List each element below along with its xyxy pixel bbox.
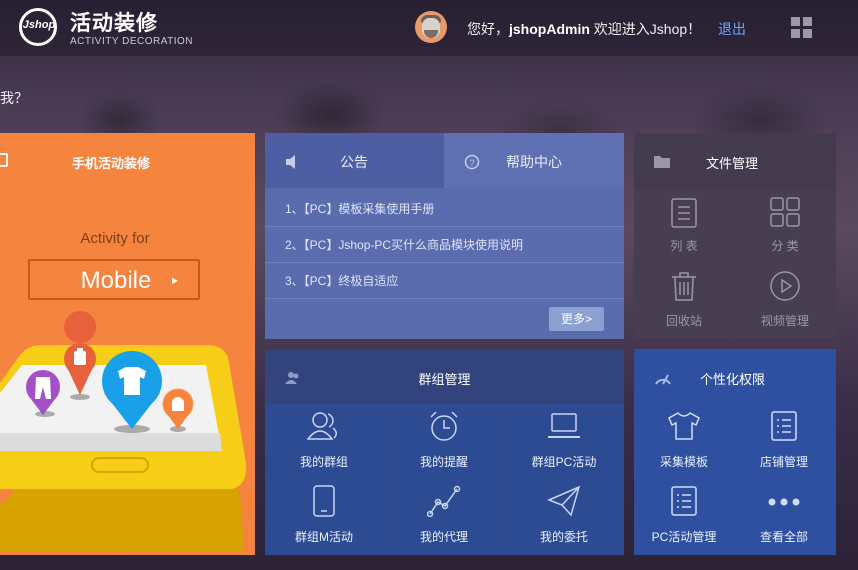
play-icon — [770, 271, 800, 301]
app-grid-icon[interactable] — [791, 17, 813, 39]
document-list-icon — [671, 486, 697, 516]
list-icon — [671, 198, 697, 228]
svg-text:?: ? — [469, 158, 474, 168]
perm-panel-title: 个性化权限 — [700, 372, 766, 387]
my-reminders-label: 我的提醒 — [419, 455, 468, 469]
collect-template-label: 采集模板 — [659, 455, 708, 469]
group-panel-title: 群组管理 — [418, 372, 471, 387]
files-panel-title: 文件管理 — [706, 156, 759, 171]
my-reminders-button[interactable]: 我的提醒 — [385, 405, 503, 479]
document-list-icon — [771, 411, 797, 441]
page-subtitle: ACTIVITY DECORATION — [70, 36, 194, 47]
pc-activity-management-button[interactable]: PC活动管理 — [634, 480, 734, 554]
notice-item[interactable]: 1、【PC】模板采集使用手册 — [265, 191, 624, 227]
mobile-activity-panel: 手机活动装修 Activity for Mobile ▸ — [0, 133, 255, 555]
username: jshopAdmin — [509, 21, 590, 37]
mobile-illustration — [0, 311, 247, 551]
logout-link[interactable]: 退出 — [718, 19, 746, 39]
question-circle-icon: ? — [464, 154, 480, 170]
paper-plane-icon — [547, 485, 581, 517]
my-agents-label: 我的代理 — [419, 530, 468, 544]
speaker-icon — [286, 155, 295, 169]
file-category-label: 分 类 — [771, 239, 799, 253]
group-m-activity-button[interactable]: 群组M活动 — [265, 480, 383, 554]
file-list-label: 列 表 — [670, 239, 698, 253]
phone-icon — [313, 485, 335, 517]
tab-help-label: 帮助中心 — [506, 154, 562, 170]
collect-template-button[interactable]: 采集模板 — [634, 405, 734, 479]
my-delegations-label: 我的委托 — [539, 530, 588, 544]
tab-notice[interactable]: 公告 — [265, 133, 444, 188]
question-text: 我？ — [0, 90, 28, 106]
greeting-text: 您好，jshopAdmin 欢迎进入Jshop！ — [467, 19, 701, 39]
alarm-clock-icon — [430, 411, 458, 441]
greeting-suffix: 欢迎进入Jshop！ — [589, 21, 702, 37]
file-category-button[interactable]: 分 类 — [735, 189, 835, 263]
logo-text: Jshop — [22, 19, 56, 31]
category-grid-icon — [770, 197, 800, 227]
more-dots-icon — [768, 498, 800, 506]
tab-notice-label: 公告 — [340, 154, 368, 170]
avatar[interactable] — [415, 11, 447, 43]
shop-management-label: 店铺管理 — [759, 455, 808, 469]
gauge-icon — [655, 374, 671, 385]
line-chart-icon — [427, 485, 461, 517]
shop-management-button[interactable]: 店铺管理 — [734, 405, 834, 479]
tshirt-icon — [668, 412, 700, 440]
group-panel-header: 群组管理 — [265, 349, 624, 404]
view-all-button[interactable]: 查看全部 — [734, 480, 834, 554]
notice-item[interactable]: 3、【PC】终极自适应 — [265, 263, 624, 299]
group-pc-activity-button[interactable]: 群组PC活动 — [505, 405, 623, 479]
group-pc-activity-label: 群组PC活动 — [531, 455, 597, 469]
my-groups-button[interactable]: 我的群组 — [265, 405, 383, 479]
my-delegations-button[interactable]: 我的委托 — [505, 480, 623, 554]
my-groups-label: 我的群组 — [299, 455, 348, 469]
notice-panel: 公告 ? 帮助中心 1、【PC】模板采集使用手册 2、【PC】Jshop-PC买… — [265, 133, 624, 339]
top-header: Jshop 活动装修 ACTIVITY DECORATION 您好，jshopA… — [0, 0, 858, 56]
page-title: 活动装修 — [70, 12, 158, 35]
tab-help-center[interactable]: ? 帮助中心 — [444, 133, 624, 188]
file-management-panel: 文件管理 列 表 分 类 回收站 视频管理 — [634, 133, 836, 339]
group-management-panel: 群组管理 我的群组 我的提醒 群组PC活动 群组M活动 我的代理 我的委托 — [265, 349, 624, 555]
recycle-bin-label: 回收站 — [665, 314, 702, 328]
more-button[interactable]: 更多> — [549, 307, 604, 331]
laptop-icon — [548, 413, 580, 438]
video-management-button[interactable]: 视频管理 — [735, 264, 835, 338]
folder-icon — [654, 156, 670, 168]
recycle-bin-button[interactable]: 回收站 — [634, 264, 734, 338]
users-icon — [307, 412, 337, 440]
notice-item[interactable]: 2、【PC】Jshop-PC买什么商品模块使用说明 — [265, 227, 624, 263]
view-all-label: 查看全部 — [759, 530, 808, 544]
notice-tabs: 公告 ? 帮助中心 — [265, 133, 624, 188]
trash-icon — [672, 272, 696, 301]
my-agents-button[interactable]: 我的代理 — [385, 480, 503, 554]
video-management-label: 视频管理 — [760, 314, 809, 328]
file-list-button[interactable]: 列 表 — [634, 189, 734, 263]
pc-activity-management-label: PC活动管理 — [651, 530, 717, 544]
greeting-prefix: 您好， — [467, 21, 509, 37]
personalized-permissions-panel: 个性化权限 采集模板 店铺管理 PC活动管理 查看全部 — [634, 349, 836, 555]
group-m-activity-label: 群组M活动 — [295, 530, 353, 544]
